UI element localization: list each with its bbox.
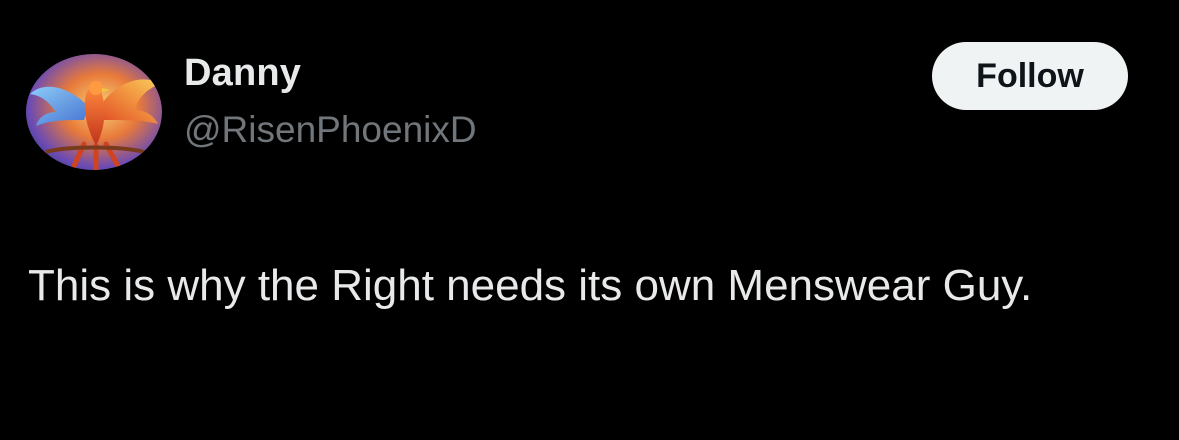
avatar[interactable] <box>26 54 162 170</box>
author-display-name[interactable]: Danny <box>184 52 301 95</box>
author-handle[interactable]: @RisenPhoenixD <box>184 109 477 151</box>
phoenix-avatar-icon <box>26 54 162 170</box>
tweet-card: Danny @RisenPhoenixD Follow This is why … <box>0 0 1179 440</box>
follow-button[interactable]: Follow <box>932 42 1128 110</box>
tweet-text: This is why the Right needs its own Mens… <box>28 261 1033 310</box>
